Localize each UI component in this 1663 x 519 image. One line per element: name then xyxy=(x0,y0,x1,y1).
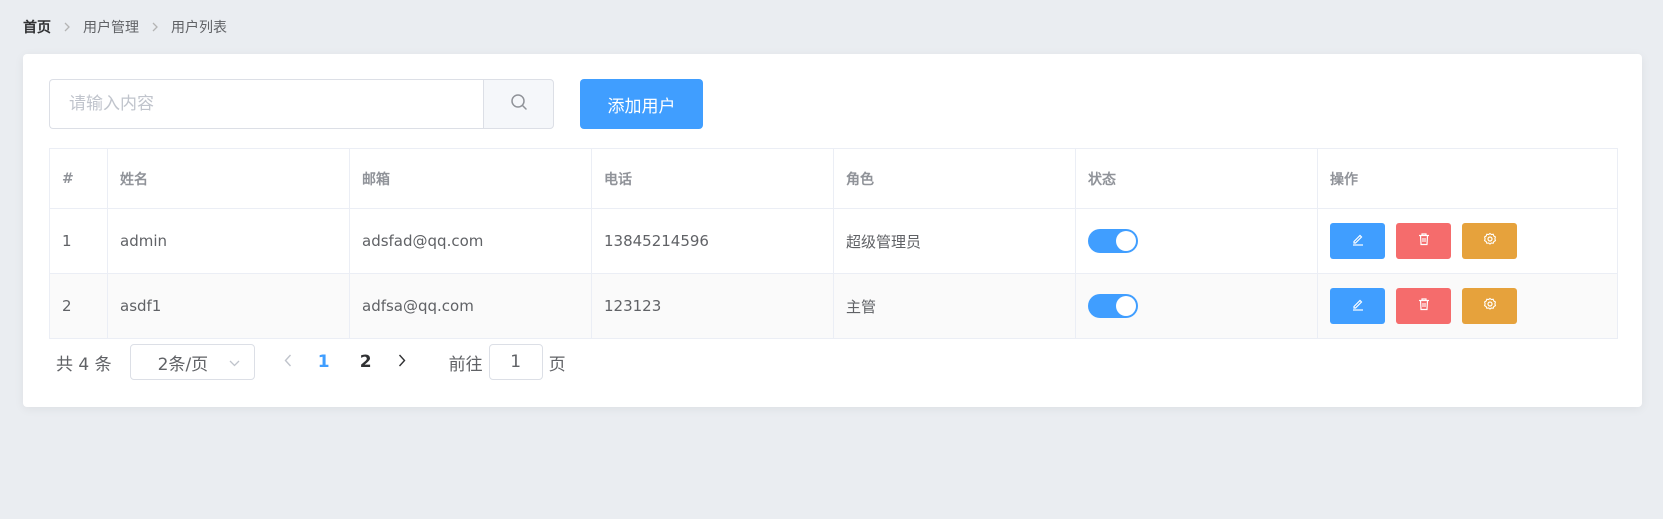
status-switch[interactable] xyxy=(1088,229,1138,253)
search-button[interactable] xyxy=(483,79,554,129)
user-table: # 姓名 邮箱 电话 角色 状态 操作 1 admin adsfad@qq.co… xyxy=(49,148,1618,339)
cell-role: 主管 xyxy=(833,273,1076,339)
cell-index: 1 xyxy=(49,208,108,274)
delete-icon xyxy=(1417,297,1431,315)
status-switch[interactable] xyxy=(1088,294,1138,318)
column-header-phone: 电话 xyxy=(591,148,834,209)
table-row: 2 asdf1 adfsa@qq.com 123123 主管 xyxy=(49,273,1618,339)
delete-button[interactable] xyxy=(1396,223,1451,259)
edit-icon xyxy=(1351,232,1365,250)
breadcrumb-user-list: 用户列表 xyxy=(171,20,227,36)
table-row: 1 admin adsfad@qq.com 13845214596 超级管理员 xyxy=(49,208,1618,274)
cell-name: admin xyxy=(107,208,350,274)
cell-phone: 13845214596 xyxy=(591,208,834,274)
cell-status xyxy=(1075,273,1318,339)
column-header-status: 状态 xyxy=(1075,148,1318,209)
edit-button[interactable] xyxy=(1330,223,1385,259)
table-header-row: # 姓名 邮箱 电话 角色 状态 操作 xyxy=(49,148,1618,209)
delete-icon xyxy=(1417,232,1431,250)
prev-page-button[interactable] xyxy=(273,344,303,380)
cell-email: adsfad@qq.com xyxy=(349,208,592,274)
cell-name: asdf1 xyxy=(107,273,350,339)
chevron-right-icon xyxy=(63,22,71,32)
delete-button[interactable] xyxy=(1396,288,1451,324)
column-header-actions: 操作 xyxy=(1317,148,1618,209)
assign-role-button[interactable] xyxy=(1462,223,1517,259)
page-size-value: 2条/页 xyxy=(157,354,209,375)
add-user-button[interactable]: 添加用户 xyxy=(580,79,703,129)
cell-email: adfsa@qq.com xyxy=(349,273,592,339)
page-number[interactable]: 2 xyxy=(345,352,387,372)
assign-role-button[interactable] xyxy=(1462,288,1517,324)
column-header-email: 邮箱 xyxy=(349,148,592,209)
goto-suffix: 页 xyxy=(548,354,566,375)
chevron-left-icon xyxy=(284,352,292,372)
total-count: 共 4 条 xyxy=(56,354,112,375)
cell-actions xyxy=(1317,273,1618,339)
edit-button[interactable] xyxy=(1330,288,1385,324)
page-jumper: 前往 页 xyxy=(449,344,566,380)
breadcrumb-home[interactable]: 首页 xyxy=(23,17,51,37)
cell-phone: 123123 xyxy=(591,273,834,339)
cell-index: 2 xyxy=(49,273,108,339)
switch-knob xyxy=(1116,231,1136,251)
search-group xyxy=(49,79,554,129)
next-page-button[interactable] xyxy=(387,344,417,380)
breadcrumb: 首页 用户管理 用户列表 xyxy=(23,17,227,37)
chevron-right-icon xyxy=(151,22,159,32)
goto-label: 前往 xyxy=(448,354,483,375)
cell-role: 超级管理员 xyxy=(833,208,1076,274)
cell-status xyxy=(1075,208,1318,274)
search-input[interactable] xyxy=(49,79,484,129)
breadcrumb-user-management: 用户管理 xyxy=(83,20,139,36)
edit-icon xyxy=(1351,297,1365,315)
cell-actions xyxy=(1317,208,1618,274)
column-header-name: 姓名 xyxy=(107,148,350,209)
column-header-index: # xyxy=(49,148,108,209)
search-icon xyxy=(510,93,528,115)
pagination: 共 4 条 2条/页 1 2 前往 页 xyxy=(49,344,566,380)
settings-icon xyxy=(1483,232,1497,250)
chevron-right-icon xyxy=(398,352,406,372)
goto-page-input[interactable] xyxy=(488,344,543,380)
user-list-card: 添加用户 # 姓名 邮箱 电话 角色 状态 操作 1 adm xyxy=(23,54,1642,407)
page-size-select[interactable]: 2条/页 xyxy=(129,344,255,380)
page-number[interactable]: 1 xyxy=(303,352,345,372)
settings-icon xyxy=(1483,297,1497,315)
column-header-role: 角色 xyxy=(833,148,1076,209)
chevron-down-icon xyxy=(229,352,240,372)
switch-knob xyxy=(1116,296,1136,316)
